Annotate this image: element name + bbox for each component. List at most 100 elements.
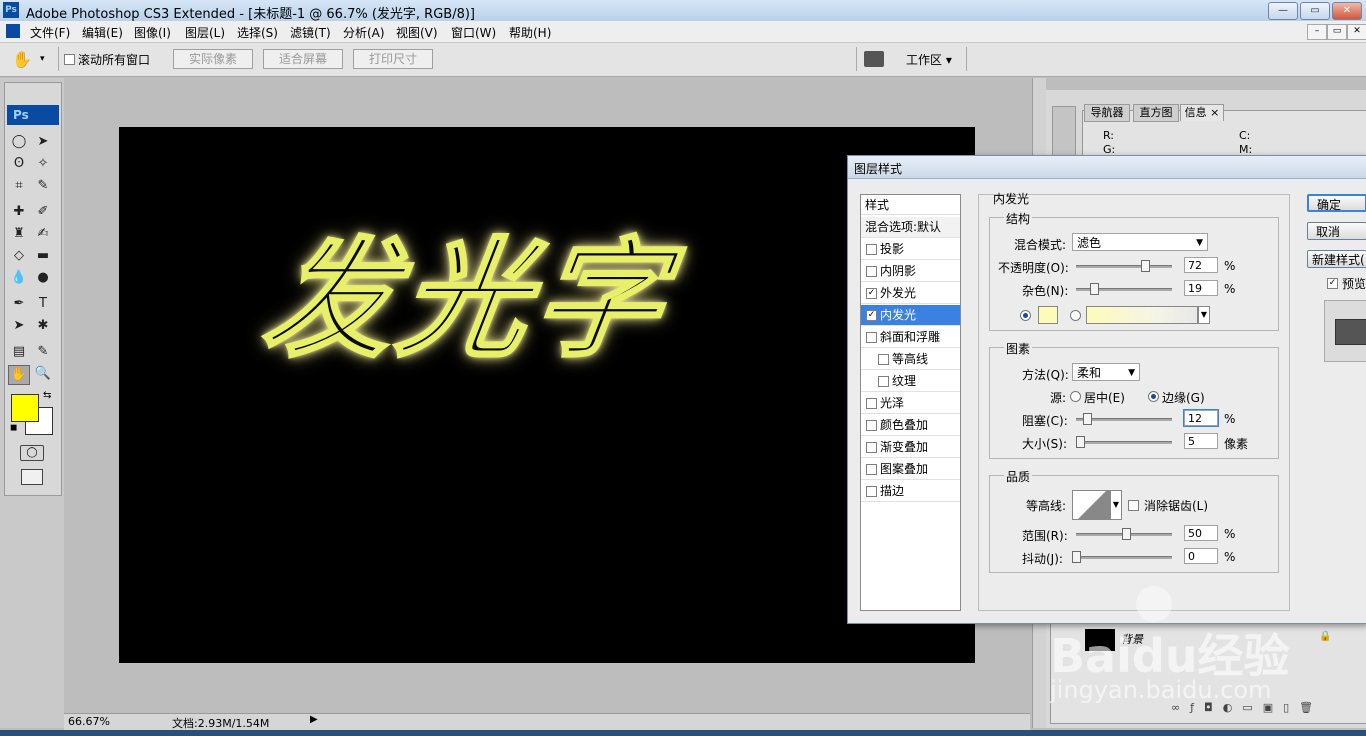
blend-options-item[interactable]: 混合选项:默认 [861, 217, 960, 238]
jitter-slider-knob[interactable] [1072, 551, 1081, 563]
type-tool-icon[interactable]: T [33, 295, 53, 313]
size-input[interactable]: 5 [1184, 433, 1218, 449]
gradient-dropdown-icon[interactable]: ▼ [1198, 306, 1210, 324]
style-item[interactable]: 纹理 [861, 371, 960, 392]
minimize-button[interactable]: — [1268, 2, 1298, 20]
method-select[interactable]: 柔和 ▼ [1072, 363, 1140, 381]
screen-mode-icon[interactable] [21, 469, 43, 485]
pen-tool-icon[interactable]: ✒ [9, 295, 29, 313]
hand-tool-icon[interactable]: ✋ [8, 365, 30, 385]
marquee-tool-icon[interactable]: ◯ [9, 133, 29, 151]
opacity-slider[interactable] [1076, 265, 1172, 268]
style-item[interactable]: ✓ 外发光 [861, 283, 960, 304]
tab-navigator[interactable]: 导航器 [1084, 104, 1130, 122]
opacity-slider-knob[interactable] [1141, 260, 1150, 272]
dodge-tool-icon[interactable]: ● [33, 269, 53, 287]
crop-tool-icon[interactable]: ⌗ [9, 177, 29, 195]
size-slider-knob[interactable] [1076, 436, 1085, 448]
gradient-swatch[interactable] [1086, 306, 1198, 324]
opacity-input[interactable]: 72 [1184, 257, 1218, 273]
style-item[interactable]: ✓ 内发光 [861, 305, 960, 326]
source-center-radio[interactable] [1070, 391, 1081, 402]
restore-button[interactable]: ▭ [1300, 2, 1330, 20]
source-edge-radio[interactable] [1148, 391, 1159, 402]
range-input[interactable]: 50 [1184, 525, 1218, 541]
style-item-checkbox[interactable] [866, 244, 877, 255]
close-button[interactable]: ✕ [1332, 2, 1362, 20]
zoom-level[interactable]: 66.67% [68, 715, 110, 728]
default-colors-icon[interactable]: ◼ [10, 423, 17, 433]
print-size-button[interactable]: 打印尺寸 [353, 49, 433, 69]
style-item[interactable]: 等高线 [861, 349, 960, 370]
style-item[interactable]: 渐变叠加 [861, 437, 960, 458]
doc-restore-button[interactable]: ▭ [1327, 24, 1347, 40]
bridge-icon[interactable] [864, 51, 884, 67]
hand-tool-icon[interactable]: ✋ [12, 50, 32, 69]
style-item-checkbox[interactable]: ✓ [866, 310, 877, 321]
zoom-tool-icon[interactable]: 🔍 [33, 365, 53, 383]
menu-analysis[interactable]: 分析(A) [343, 24, 385, 41]
menu-view[interactable]: 视图(V) [396, 24, 438, 41]
noise-input[interactable]: 19 [1184, 280, 1218, 296]
menu-file[interactable]: 文件(F) [30, 24, 70, 41]
doc-close-button[interactable]: ✕ [1347, 24, 1366, 40]
solid-color-radio[interactable] [1020, 310, 1031, 321]
style-item[interactable]: 光泽 [861, 393, 960, 414]
swap-colors-icon[interactable]: ⇆ [43, 390, 51, 401]
style-item[interactable]: 描边 [861, 481, 960, 502]
move-tool-icon[interactable]: ➤ [33, 133, 53, 151]
style-item-checkbox[interactable] [878, 376, 889, 387]
brush-tool-icon[interactable]: ✐ [33, 203, 53, 221]
new-style-button[interactable]: 新建样式( [1307, 250, 1366, 268]
workspace-menu[interactable]: 工作区 ▾ [906, 51, 952, 68]
blur-tool-icon[interactable]: 💧 [9, 269, 29, 287]
gradient-tool-icon[interactable]: ▬ [33, 247, 53, 265]
menu-help[interactable]: 帮助(H) [509, 24, 551, 41]
lasso-tool-icon[interactable]: ʘ [9, 155, 29, 173]
style-item[interactable]: 斜面和浮雕 [861, 327, 960, 348]
preview-checkbox[interactable]: ✓ [1327, 276, 1338, 290]
style-item[interactable]: 投影 [861, 239, 960, 260]
quick-mask-icon[interactable]: ◯ [20, 445, 44, 461]
size-slider[interactable] [1076, 441, 1172, 444]
menu-select[interactable]: 选择(S) [237, 24, 278, 41]
style-item[interactable]: 图案叠加 [861, 459, 960, 480]
actual-pixels-button[interactable]: 实际像素 [173, 49, 253, 69]
choke-input[interactable]: 12 [1183, 409, 1219, 427]
foreground-color-swatch[interactable] [11, 394, 39, 422]
menu-edit[interactable]: 编辑(E) [82, 24, 123, 41]
fit-screen-button[interactable]: 适合屏幕 [263, 49, 343, 69]
contour-picker[interactable] [1072, 490, 1112, 520]
style-item-checkbox[interactable] [866, 420, 877, 431]
style-item-checkbox[interactable]: ✓ [866, 288, 877, 299]
style-item-checkbox[interactable] [866, 398, 877, 409]
range-slider-knob[interactable] [1122, 528, 1131, 540]
magic-wand-tool-icon[interactable]: ✧ [33, 155, 53, 173]
style-item[interactable]: 颜色叠加 [861, 415, 960, 436]
antialias-checkbox[interactable] [1128, 498, 1139, 512]
blend-mode-select[interactable]: 滤色 ▼ [1072, 233, 1208, 251]
eyedropper-tool-icon[interactable]: ✎ [33, 343, 53, 361]
contour-dropdown-icon[interactable]: ▼ [1110, 490, 1122, 520]
jitter-input[interactable]: 0 [1184, 548, 1218, 564]
tool-preset-arrow-icon[interactable]: ▾ [40, 54, 45, 64]
noise-slider-knob[interactable] [1090, 283, 1099, 295]
style-item-checkbox[interactable] [878, 354, 889, 365]
menu-window[interactable]: 窗口(W) [451, 24, 496, 41]
history-brush-tool-icon[interactable]: ✍ [33, 225, 53, 243]
healing-brush-tool-icon[interactable]: ✚ [9, 203, 29, 221]
notes-tool-icon[interactable]: ▤ [9, 343, 29, 361]
style-item-checkbox[interactable] [866, 442, 877, 453]
doc-minimize-button[interactable]: – [1307, 24, 1327, 40]
ok-button[interactable]: 确定 [1307, 194, 1366, 212]
cancel-button[interactable]: 取消 [1307, 222, 1366, 240]
path-selection-tool-icon[interactable]: ➤ [9, 317, 29, 335]
menu-filter[interactable]: 滤镜(T) [290, 24, 331, 41]
tab-info[interactable]: 信息 × [1180, 104, 1224, 121]
styles-header[interactable]: 样式 [861, 195, 960, 215]
menu-image[interactable]: 图像(I) [134, 24, 171, 41]
style-item-checkbox[interactable] [866, 486, 877, 497]
glow-color-swatch[interactable] [1038, 306, 1058, 324]
style-item-checkbox[interactable] [866, 464, 877, 475]
status-menu-arrow-icon[interactable]: ▶ [310, 714, 318, 725]
